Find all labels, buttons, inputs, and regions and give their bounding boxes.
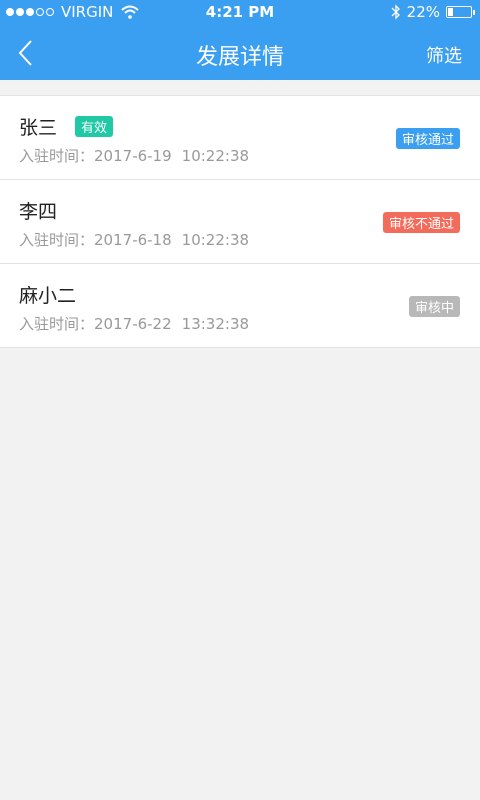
battery-level bbox=[448, 8, 453, 16]
join-date: 2017-6-19 bbox=[94, 147, 172, 165]
member-name: 麻小二 bbox=[19, 285, 77, 307]
join-time-label: 入驻时间： bbox=[19, 315, 95, 333]
bluetooth-icon bbox=[391, 4, 400, 20]
join-clock: 10:22:38 bbox=[181, 147, 250, 165]
join-clock: 13:32:38 bbox=[181, 315, 250, 333]
status-badge: 审核通过 bbox=[395, 128, 460, 149]
battery-icon bbox=[446, 6, 475, 18]
battery-percent: 22% bbox=[406, 3, 440, 21]
join-time-label: 入驻时间： bbox=[19, 231, 95, 249]
join-date: 2017-6-18 bbox=[94, 231, 172, 249]
join-time: 入驻时间：2017-6-18 10:22:38 bbox=[19, 229, 249, 250]
list-item[interactable]: 麻小二 入驻时间：2017-6-22 13:32:38 审核中 bbox=[0, 264, 480, 348]
page-title: 发展详情 bbox=[195, 45, 284, 70]
status-bar-right: 22% bbox=[391, 3, 475, 21]
join-time-label: 入驻时间： bbox=[19, 147, 95, 165]
app-header: VIRGIN 4:21 PM 22% 发展详情 筛选 bbox=[0, 0, 480, 80]
development-list: 张三 有效 入驻时间：2017-6-19 10:22:38 审核通过 李四 入驻时… bbox=[0, 95, 480, 348]
list-item[interactable]: 张三 有效 入驻时间：2017-6-19 10:22:38 审核通过 bbox=[0, 96, 480, 180]
join-time: 入驻时间：2017-6-19 10:22:38 bbox=[19, 145, 249, 166]
join-clock: 10:22:38 bbox=[181, 231, 250, 249]
nav-bar: 发展详情 筛选 bbox=[0, 26, 480, 80]
status-badge: 审核中 bbox=[408, 296, 460, 317]
join-time: 入驻时间：2017-6-22 13:32:38 bbox=[19, 313, 249, 334]
list-item[interactable]: 李四 入驻时间：2017-6-18 10:22:38 审核不通过 bbox=[0, 180, 480, 264]
status-bar: VIRGIN 4:21 PM 22% bbox=[0, 0, 480, 26]
filter-button[interactable]: 筛选 bbox=[426, 42, 462, 68]
join-date: 2017-6-22 bbox=[94, 315, 172, 333]
valid-badge: 有效 bbox=[75, 116, 114, 137]
status-badge: 审核不通过 bbox=[382, 212, 460, 233]
member-name: 李四 bbox=[19, 201, 58, 223]
member-name: 张三 bbox=[19, 117, 58, 139]
